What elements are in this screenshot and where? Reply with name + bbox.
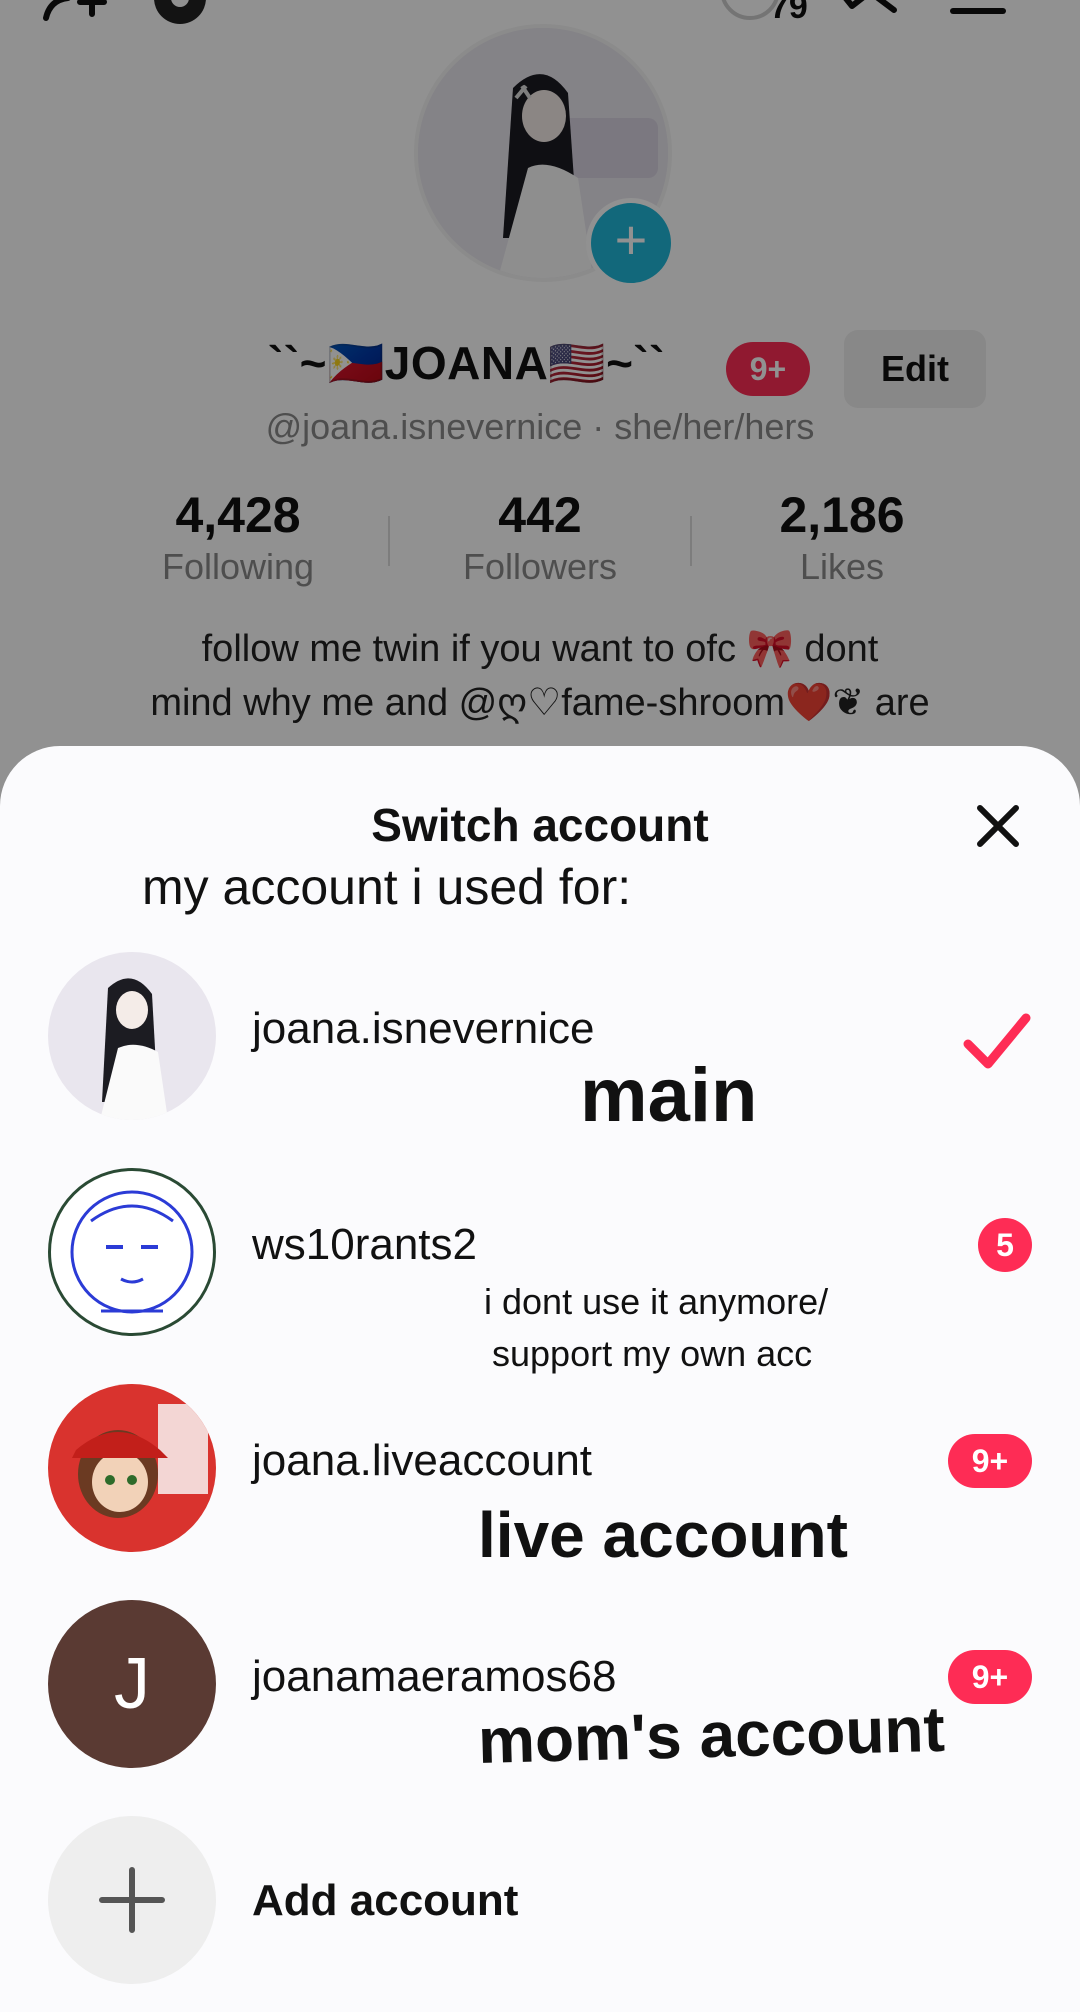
note-line: i dont use it anymore/	[484, 1281, 829, 1322]
account-username: joanamaeramos68	[252, 1652, 617, 1701]
overlay-caption: my account i used for:	[142, 859, 632, 915]
account-note: mom's account	[477, 1692, 946, 1777]
modal-backdrop[interactable]	[0, 0, 1080, 800]
account-row[interactable]: joana.liveaccount 9+ live account	[0, 1384, 1080, 1574]
add-account-circle	[48, 1816, 216, 1984]
sheet-title: Switch account	[371, 799, 709, 851]
initial-avatar: J	[48, 1600, 216, 1768]
switch-account-sheet: Switch account my account i used for: jo…	[0, 746, 1080, 2012]
avatar	[48, 1168, 216, 1336]
note-line: support my own acc	[492, 1333, 813, 1374]
account-username: ws10rants2	[252, 1220, 478, 1269]
account-note: i dont use it anymore/ support my own ac…	[484, 1276, 828, 1380]
profile-page: 79 + ``~🇵🇭JOANA🇺🇸~`` 9+ Edit @joana.isne…	[0, 0, 1080, 800]
account-note: live account	[478, 1499, 848, 1571]
account-row[interactable]: joana.isnevernice main	[0, 952, 1080, 1142]
checkmark-icon	[963, 1013, 1031, 1069]
anime-girl-avatar-icon	[48, 952, 216, 1120]
account-username: joana.isnevernice	[252, 1004, 595, 1053]
add-account-label: Add account	[252, 1876, 519, 1925]
account-row[interactable]: J joanamaeramos68 9+ mom's account	[0, 1600, 1080, 1790]
notification-badge: 5	[978, 1218, 1032, 1272]
avatar	[48, 952, 216, 1120]
account-username: joana.liveaccount	[252, 1436, 593, 1485]
close-icon[interactable]	[970, 798, 1026, 854]
notification-badge: 9+	[948, 1650, 1032, 1704]
account-row[interactable]: ws10rants2 5 i dont use it anymore/ supp…	[0, 1168, 1080, 1374]
account-note: main	[580, 1053, 758, 1138]
plus-icon	[99, 1867, 165, 1933]
sketch-avatar-icon	[70, 1190, 194, 1314]
notification-badge: 9+	[948, 1434, 1032, 1488]
red-cap-character-avatar-icon	[48, 1384, 216, 1552]
avatar	[48, 1384, 216, 1552]
add-account-row[interactable]: Add account	[0, 1816, 1080, 2006]
